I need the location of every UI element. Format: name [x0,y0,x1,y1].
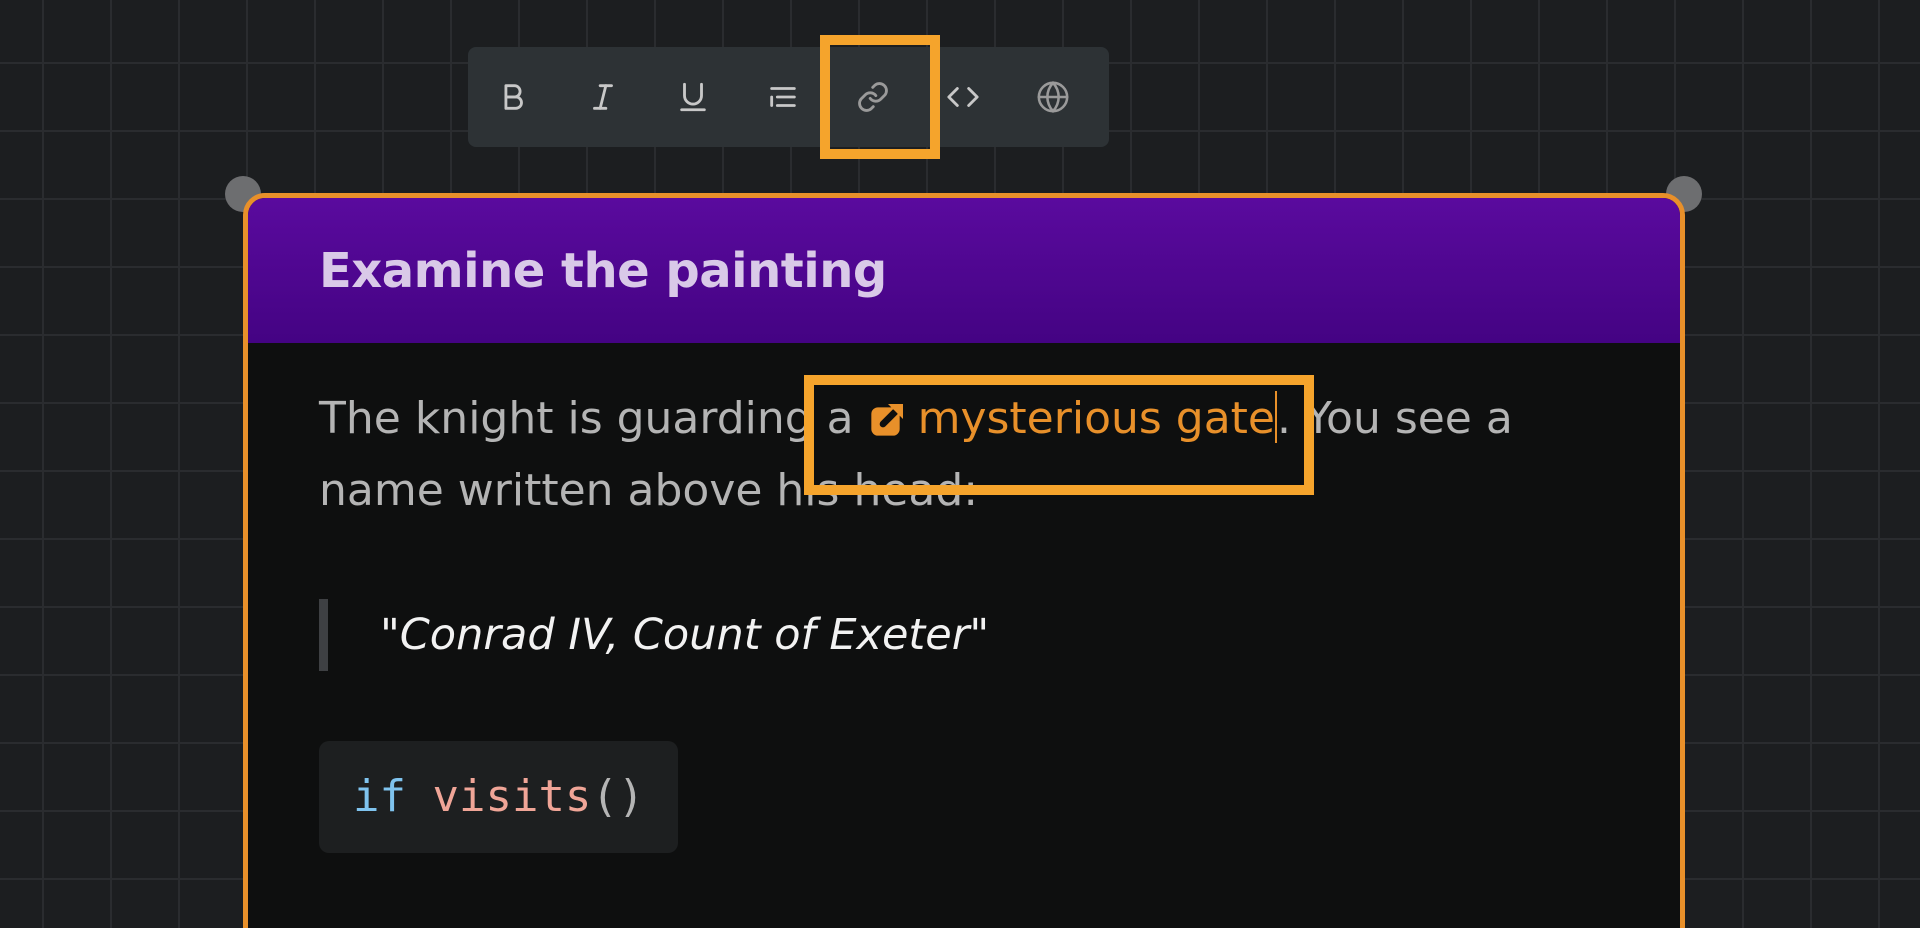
globe-icon [1037,80,1069,114]
italic-button[interactable] [558,47,648,147]
link-icon [858,82,888,112]
paragraph-text-before: The knight is guarding a [319,393,868,444]
bold-button[interactable] [468,47,558,147]
external-link-icon [870,404,903,436]
italic-icon [593,84,613,110]
bold-icon [504,84,523,110]
quote-text: "Conrad IV, Count of Exeter" [380,610,990,660]
node-paragraph[interactable]: The knight is guarding a mysterious gate… [319,383,1579,527]
link-button[interactable] [828,47,918,147]
underline-icon [680,82,706,112]
story-link[interactable]: mysterious gate [868,391,1278,444]
code-icon [947,87,979,107]
list-icon [770,87,796,107]
code-function: visits [432,771,592,822]
code-block[interactable]: if visits() [319,741,679,853]
globe-button[interactable] [1008,47,1098,147]
node-body[interactable]: The knight is guarding a mysterious gate… [248,343,1680,853]
code-button[interactable] [918,47,1008,147]
node-header: Examine the painting [248,198,1680,343]
formatting-toolbar [468,47,1109,147]
list-button[interactable] [738,47,828,147]
node-title: Examine the painting [319,242,887,299]
code-keyword: if [353,771,406,822]
underline-button[interactable] [648,47,738,147]
link-text: mysterious gate [917,393,1276,444]
story-node-card[interactable]: Examine the painting The knight is guard… [243,193,1685,928]
blockquote: "Conrad IV, Count of Exeter" [319,599,1609,671]
code-parens: () [591,771,645,822]
